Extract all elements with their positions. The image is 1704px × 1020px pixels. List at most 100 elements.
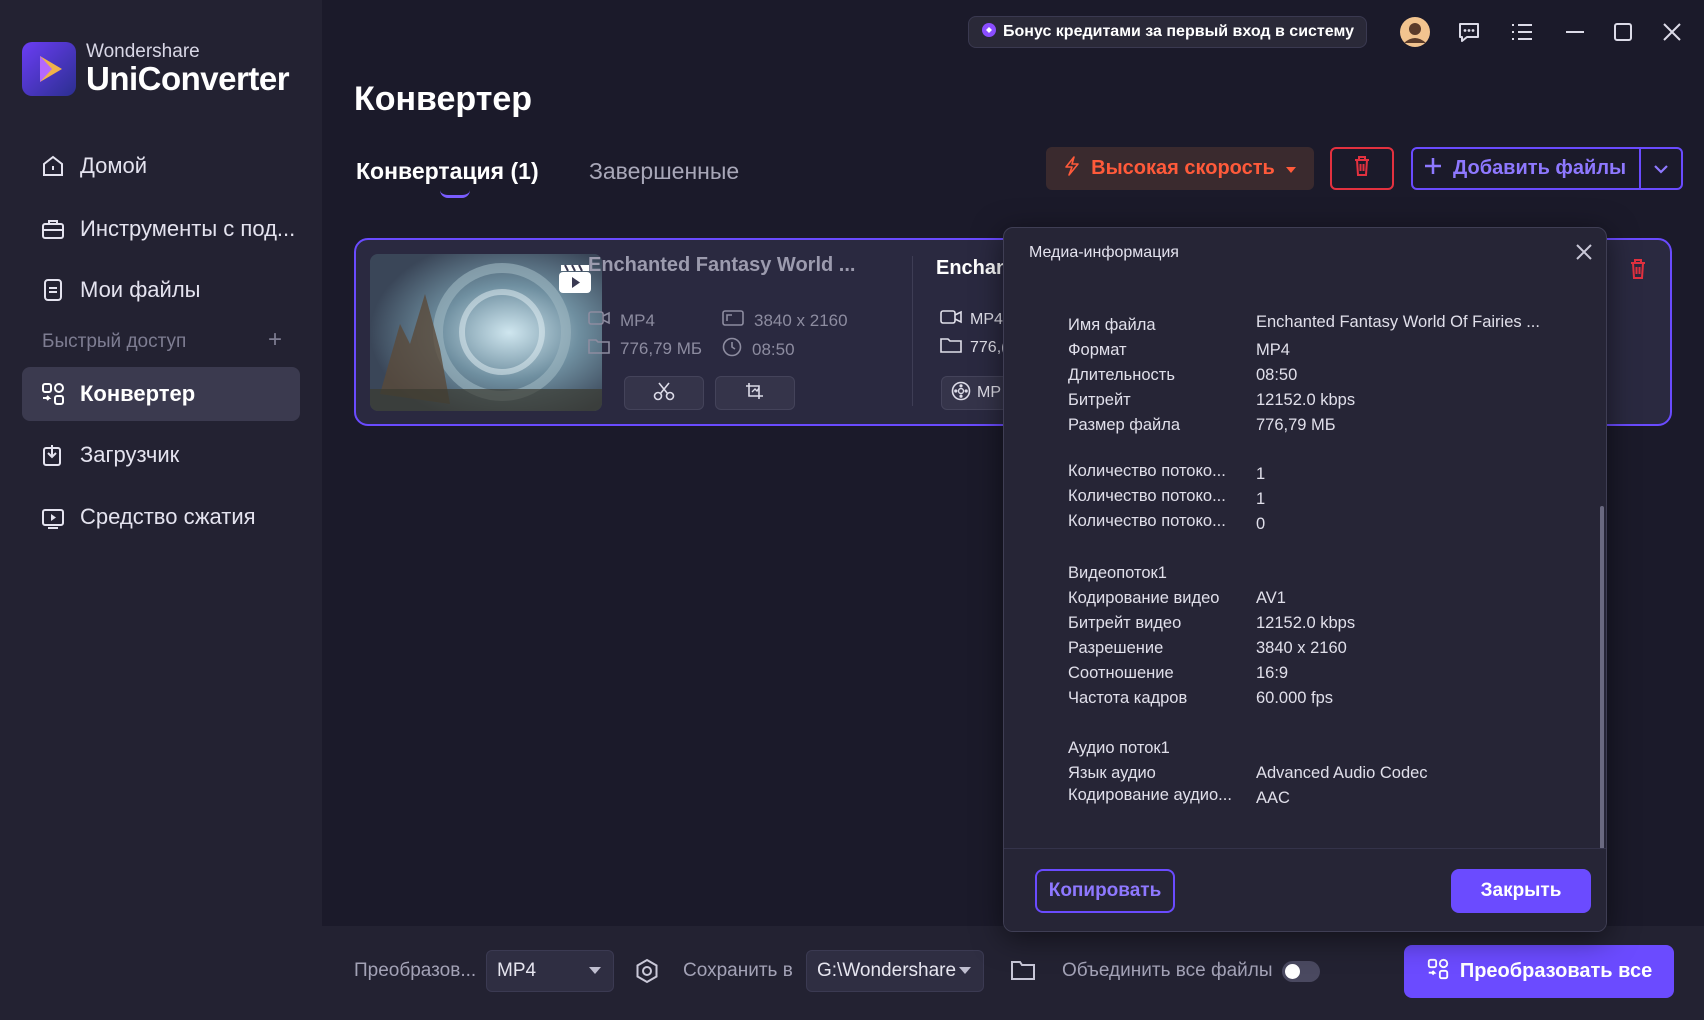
uniconverter-logo-icon [22, 42, 76, 96]
caret-down-icon [1285, 157, 1297, 180]
crop-icon [744, 381, 766, 406]
sidebar-item-label: Средство сжатия [80, 504, 256, 529]
info-value: 0 [1256, 515, 1266, 533]
toolbox-icon [38, 214, 68, 244]
output-format-button[interactable]: MP [941, 376, 1011, 410]
menu-icon[interactable] [1505, 16, 1539, 48]
folder-icon [588, 337, 610, 360]
convert-all-button[interactable]: Преобразовать все [1404, 945, 1674, 998]
video-camera-icon [940, 309, 962, 330]
sidebar-item-my-files[interactable]: Мои файлы [22, 263, 300, 317]
download-icon [38, 440, 68, 470]
sidebar-item-compressor[interactable]: Средство сжатия [22, 490, 300, 544]
home-icon [38, 151, 68, 181]
sidebar-item-tools[interactable]: Инструменты с под... [22, 202, 300, 256]
info-label: Кодирование видео [1068, 589, 1220, 607]
sidebar-item-label: Инструменты с под... [80, 216, 296, 241]
high-speed-button[interactable]: Высокая скорость [1046, 147, 1314, 190]
delete-all-button[interactable] [1330, 147, 1394, 190]
chat-icon[interactable] [1452, 16, 1486, 48]
merge-files-label: Объединить все файлы [1062, 960, 1273, 981]
caret-down-icon [959, 967, 971, 974]
info-label: Кодирование аудио... [1068, 786, 1232, 804]
page-title: Конвертер [354, 80, 533, 118]
media-info-list[interactable]: Имя файла Enchanted Fantasy World Of Fai… [1004, 278, 1600, 850]
info-value: Advanced Audio Codec [1256, 764, 1428, 782]
clock-icon [722, 337, 742, 362]
file-duration: 08:50 [722, 337, 795, 362]
crop-button[interactable] [715, 376, 795, 410]
merge-files-toggle[interactable] [1282, 961, 1320, 982]
settings-target-icon[interactable] [634, 958, 660, 989]
remove-file-icon[interactable] [1628, 258, 1648, 285]
video-camera-icon [588, 310, 610, 331]
tab-converting[interactable]: Конвертация (1) [356, 158, 539, 198]
quick-access-add-icon[interactable]: + [268, 328, 282, 353]
sidebar: Wondershare UniConverter Домой Инструмен… [0, 0, 322, 1020]
add-files-button[interactable]: Добавить файлы [1411, 147, 1683, 190]
bonus-banner[interactable]: Бонус кредитами за первый вход в систему [968, 16, 1367, 48]
info-label: Длительность [1068, 366, 1175, 384]
bonus-text: Бонус кредитами за первый вход в систему [1003, 23, 1354, 40]
output-format: MP4 [940, 309, 1003, 330]
scissors-icon [653, 381, 675, 406]
sidebar-item-downloader[interactable]: Загрузчик [22, 428, 300, 482]
info-value: 60.000 fps [1256, 689, 1334, 707]
dialog-scrollbar[interactable] [1600, 278, 1604, 918]
info-label: Количество потоко... [1068, 462, 1226, 480]
add-files-dropdown[interactable] [1641, 164, 1681, 174]
plus-icon [1423, 156, 1443, 182]
sidebar-item-label: Конвертер [80, 381, 196, 406]
close-window-icon[interactable] [1655, 16, 1689, 48]
info-value: 16:9 [1256, 664, 1289, 682]
quick-access: Быстрый доступ + [42, 328, 282, 353]
sidebar-item-home[interactable]: Домой [22, 139, 300, 193]
converter-icon [38, 379, 68, 409]
sidebar-item-label: Загрузчик [80, 442, 180, 467]
media-info-dialog: Медиа-информация Имя файла Enchanted Fan… [1003, 227, 1607, 932]
info-value: 3840 x 2160 [1256, 639, 1347, 657]
file-format: MP4 [588, 310, 655, 331]
brand-small: Wondershare [86, 41, 200, 62]
save-path-select[interactable]: G:\Wondershare U [806, 950, 984, 992]
info-label: Битрейт [1068, 391, 1131, 409]
avatar-icon[interactable] [1398, 16, 1432, 48]
info-label: Соотношение [1068, 664, 1174, 682]
sidebar-item-label: Домой [80, 153, 148, 178]
maximize-icon[interactable] [1606, 16, 1640, 48]
caret-down-icon [589, 967, 601, 974]
sidebar-item-label: Мои файлы [80, 277, 201, 302]
file-title: Enchanted Fantasy World ... [588, 254, 856, 276]
info-value: 776,79 МБ [1256, 416, 1336, 434]
dialog-title: Медиа-информация [1029, 244, 1179, 261]
add-files-label: Добавить файлы [1453, 157, 1627, 179]
info-label: Разрешение [1068, 639, 1164, 657]
info-section-label: Аудио поток1 [1068, 739, 1170, 757]
resolution-icon [722, 310, 744, 331]
converter-icon [1426, 957, 1450, 987]
tab-completed[interactable]: Завершенные [589, 158, 739, 185]
compress-icon [38, 502, 68, 532]
video-thumbnail[interactable] [370, 254, 602, 411]
copy-button[interactable]: Копировать [1035, 869, 1175, 913]
info-value: 1 [1256, 465, 1266, 483]
close-dialog-icon[interactable] [1570, 238, 1598, 266]
minimize-icon[interactable] [1558, 16, 1592, 48]
close-button[interactable]: Закрыть [1451, 869, 1591, 913]
folder-icon [940, 336, 962, 359]
info-label: Язык аудио [1068, 764, 1156, 782]
info-label: Количество потоко... [1068, 512, 1226, 530]
diamond-icon [981, 22, 997, 43]
info-section-label: Видеопоток1 [1068, 564, 1167, 582]
trim-button[interactable] [624, 376, 704, 410]
sidebar-item-converter[interactable]: Конвертер [22, 367, 300, 421]
save-to-label: Сохранить в [683, 960, 793, 981]
info-value: 08:50 [1256, 366, 1298, 384]
convert-to-label: Преобразов... [354, 960, 477, 981]
trash-icon [1352, 155, 1372, 182]
brand-big: UniConverter [86, 60, 290, 97]
open-folder-icon[interactable] [1010, 958, 1036, 987]
output-format-select[interactable]: MP4 [486, 950, 614, 992]
info-value: 12152.0 kbps [1256, 614, 1356, 632]
lightning-icon [1063, 155, 1081, 182]
